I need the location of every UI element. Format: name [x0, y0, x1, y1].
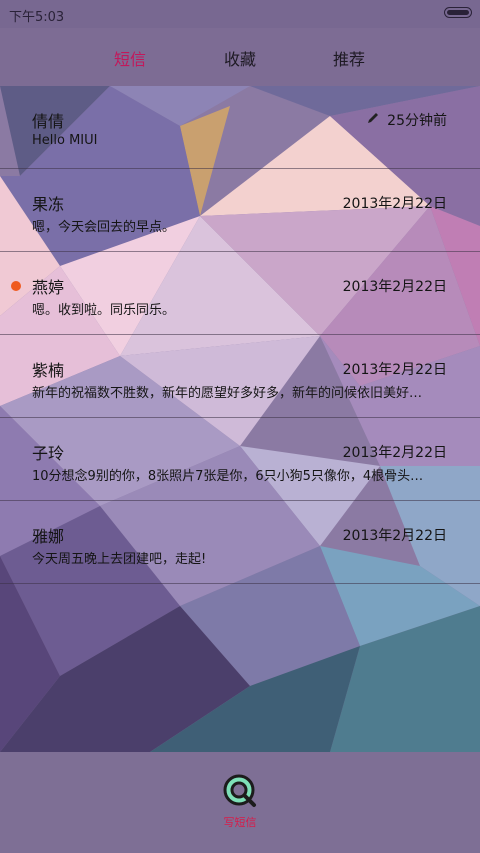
message-snippet: 今天周五晚上去团建吧，走起!: [32, 552, 207, 567]
conversation-item[interactable]: 雅娜 2013年2月22日 今天周五晚上去团建吧，走起!: [0, 501, 480, 584]
unread-dot-icon: [11, 281, 21, 291]
message-snippet: Hello MIUI: [32, 133, 98, 148]
compose-label: 写短信: [223, 816, 257, 829]
message-time: 2013年2月22日: [342, 445, 447, 461]
conversation-item[interactable]: 燕婷 2013年2月22日 嗯。收到啦。同乐同乐。: [0, 252, 480, 335]
top-tab-bar: 短信 收藏 推荐: [0, 28, 480, 86]
conversation-item[interactable]: 倩倩 25分钟前 Hello MIUI: [0, 86, 480, 169]
message-snippet: 新年的祝福数不胜数，新年的愿望好多好多，新年的问候依旧美好…: [32, 386, 423, 401]
contact-name: 紫楠: [32, 361, 65, 380]
contact-name: 燕婷: [32, 278, 65, 297]
contact-name: 果冻: [32, 195, 65, 214]
message-snippet: 嗯，今天会回去的早点。: [32, 220, 176, 235]
message-snippet: 10分想念9别的你，8张照片7张是你，6只小狗5只像你，4根骨头…: [32, 469, 424, 484]
message-time: 25分钟前: [387, 113, 447, 129]
tab-sms[interactable]: 短信: [114, 46, 146, 70]
status-bar: 下午5:03: [0, 0, 480, 28]
battery-icon: [444, 7, 472, 18]
compose-message-icon: [223, 774, 256, 807]
conversation-item[interactable]: 子玲 2013年2月22日 10分想念9别的你，8张照片7张是你，6只小狗5只像…: [0, 418, 480, 501]
bottom-bar: 写短信: [0, 752, 480, 853]
contact-name: 雅娜: [32, 527, 65, 546]
compose-button[interactable]: 写短信: [219, 772, 261, 832]
message-time: 2013年2月22日: [342, 279, 447, 295]
conversation-item[interactable]: 果冻 2013年2月22日 嗯，今天会回去的早点。: [0, 169, 480, 252]
contact-name: 倩倩: [32, 112, 65, 131]
conversation-item[interactable]: 紫楠 2013年2月22日 新年的祝福数不胜数，新年的愿望好多好多，新年的问候依…: [0, 335, 480, 418]
message-snippet: 嗯。收到啦。同乐同乐。: [32, 303, 176, 318]
tab-favorites[interactable]: 收藏: [224, 46, 256, 70]
status-time: 下午5:03: [9, 10, 65, 25]
draft-pencil-icon: [368, 113, 378, 123]
tab-recommended[interactable]: 推荐: [333, 46, 365, 70]
message-time: 2013年2月22日: [342, 196, 447, 212]
conversation-list: 倩倩 25分钟前 Hello MIUI 果冻 2013年2月22日 嗯，今天会回…: [0, 86, 480, 584]
message-time: 2013年2月22日: [342, 528, 447, 544]
message-time: 2013年2月22日: [342, 362, 447, 378]
contact-name: 子玲: [32, 444, 65, 463]
